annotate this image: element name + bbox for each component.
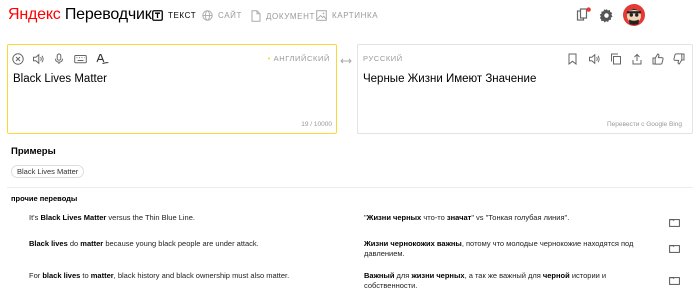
tab-document[interactable]: ДОКУМЕНТ [251,10,315,22]
example-translation-1: "Жизни черных что-то значат" vs "Тонкая … [364,213,634,223]
bookmarks-icon [576,7,591,21]
example-copy-button-3[interactable] [669,272,680,290]
clear-icon [12,53,24,65]
highlighted-term: black lives [42,271,81,280]
source-language-select[interactable]: • АНГЛИЙСКИЙ [268,54,330,63]
example-translation-3: Важный для жизни черных, а так же важный… [364,271,634,291]
source-language-label: АНГЛИЙСКИЙ [273,54,330,63]
image-icon [316,10,327,21]
app-logo[interactable]: Яндекс Переводчик [8,6,152,24]
sentence-text: что-то [421,213,447,222]
highlighted-term: Жизни черных [366,213,422,222]
tab-image-label: КАРТИНКА [332,11,379,20]
target-panel: РУССКИЙ Черные Жизни Имеют Значение Пере… [357,44,693,134]
translate-with-links[interactable]: Перевести с Google Bing [607,121,682,128]
highlighted-term: жизни черных [411,271,465,280]
tab-text-label: ТЕКСТ [168,11,197,20]
language-dot-icon: • [267,54,271,63]
copy-icon [669,277,680,285]
example-source-1: It's Black Lives Matter versus the Thin … [29,213,339,223]
keyboard-icon [74,55,87,64]
avatar[interactable] [623,4,645,31]
example-chip[interactable]: Black Lives Matter [11,165,85,178]
spellcheck-button[interactable] [96,52,109,70]
gear-icon [599,8,613,23]
globe-icon [202,10,213,21]
spellcheck-icon [96,53,109,64]
highlighted-term: Black lives [29,239,68,248]
highlighted-term: значат [446,213,472,222]
speaker-icon [589,53,600,65]
like-button[interactable] [652,52,664,70]
bookmark-button[interactable] [567,52,578,70]
tab-document-label: ДОКУМЕНТ [266,11,315,21]
listen-target-button[interactable] [588,52,600,70]
highlighted-term: черной [542,271,570,280]
example-copy-button-1[interactable] [669,214,680,232]
tab-site-label: САЙТ [218,11,242,20]
other-translations-heading: прочие переводы [11,194,78,203]
example-source-2: Black lives do matter because young blac… [29,239,339,249]
highlighted-term: matter [90,271,114,280]
translation-output: Черные Жизни Имеют Значение [363,73,537,85]
sentence-text: versus the Thin Blue Line. [106,213,195,222]
example-translation-2: Жизни чернокожих важны, потому что молод… [364,239,634,259]
text-icon [152,10,163,21]
dislike-button[interactable] [673,52,685,70]
character-counter: 19 / 10000 [301,121,332,128]
microphone-icon [55,53,63,64]
thumbs-down-icon [673,53,685,65]
logo-brand: Яндекс [8,6,61,23]
clear-button[interactable] [12,52,24,70]
source-panel: • АНГЛИЙСКИЙ Black Lives Matter 19 / 100… [7,44,337,134]
document-icon [251,10,261,22]
copy-button[interactable] [610,52,622,70]
thumbs-up-icon [652,53,664,65]
highlighted-term: matter [80,239,104,248]
target-language-select[interactable]: РУССКИЙ [363,54,403,63]
swap-icon [340,58,352,64]
keyboard-button[interactable] [74,52,87,70]
share-button[interactable] [631,52,643,70]
speaker-icon [33,53,44,65]
divider [7,187,693,188]
copy-icon [611,53,621,65]
collections-button[interactable] [576,7,592,28]
tab-image[interactable]: КАРТИНКА [316,10,378,21]
sentence-text: для [394,271,412,280]
highlighted-term: Жизни чернокожих важны [364,239,462,248]
sentence-text: to [80,271,91,280]
sentence-text: do [67,239,81,248]
share-icon [632,53,642,65]
sentence-text: , black history and black ownership must… [113,271,290,280]
logo-product: Переводчик [64,6,152,23]
copy-icon [669,245,680,253]
sentence-text: " vs "Тонкая голубая линия". [471,213,570,222]
examples-heading: Примеры [11,146,56,157]
bookmark-icon [568,53,577,66]
avatar-image [623,4,645,26]
example-source-3: For black lives to matter, black history… [29,271,339,281]
tab-text[interactable]: ТЕКСТ [152,10,196,21]
sentence-text: It's [29,213,41,222]
sentence-text: , а так же важный для [464,271,543,280]
tab-site[interactable]: САЙТ [202,10,242,21]
sentence-text: because young black people are under att… [103,239,259,248]
target-language-label: РУССКИЙ [363,54,403,63]
listen-source-button[interactable] [32,52,44,70]
swap-languages-button[interactable] [340,52,352,70]
sentence-text: For [29,271,43,280]
example-copy-button-2[interactable] [669,240,680,258]
settings-button[interactable] [599,8,614,28]
highlighted-term: Black Lives Matter [40,213,107,222]
source-text-input[interactable]: Black Lives Matter [13,73,107,85]
voice-input-button[interactable] [53,52,65,70]
copy-icon [669,219,680,227]
highlighted-term: Важный [364,271,395,280]
